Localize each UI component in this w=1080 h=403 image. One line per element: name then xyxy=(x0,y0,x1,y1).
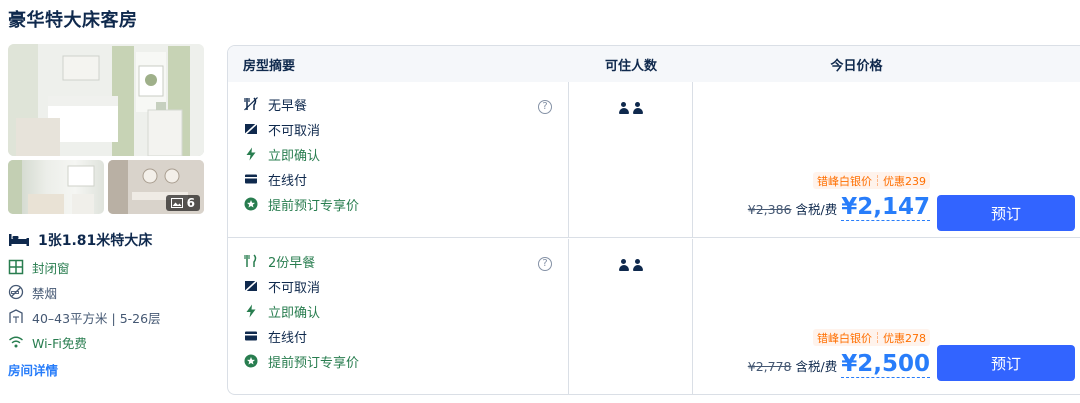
person-icon xyxy=(632,102,643,114)
help-icon[interactable]: ? xyxy=(538,100,552,114)
feature-wifi: Wi-Fi免费 xyxy=(8,334,204,351)
feature-label: Wi-Fi免费 xyxy=(32,335,87,351)
rate-row: 无早餐 不可取消 立即确认 在线付 提前预订专享价 ? 错峰白银价 优惠239 … xyxy=(228,82,1080,238)
card-icon xyxy=(245,331,257,341)
tax-label: 含税/费 xyxy=(795,202,838,217)
room-title: 豪华特大床客房 xyxy=(8,10,138,31)
original-price: ¥2,386 xyxy=(747,202,792,217)
no-meal-icon xyxy=(244,97,258,111)
header-summary: 房型摘要 xyxy=(243,58,296,74)
meal-label: 无早餐 xyxy=(268,98,308,114)
perk-label: 提前预订专享价 xyxy=(268,198,360,214)
promo-name: 错峰白银价 xyxy=(817,174,872,188)
no-cancel-icon xyxy=(244,279,258,293)
room-thumbnail-1[interactable] xyxy=(8,160,104,214)
area-icon xyxy=(9,309,23,323)
final-price[interactable]: ¥2,147 xyxy=(841,194,930,221)
promo-discount: 优惠278 xyxy=(883,331,926,345)
confirm-policy: 立即确认 xyxy=(244,303,568,321)
bed-info: 1张1.81米特大床 xyxy=(8,230,204,250)
help-icon[interactable]: ? xyxy=(538,257,552,271)
occupancy-cell xyxy=(569,82,693,237)
rate-row: 2份早餐 不可取消 立即确认 在线付 提前预订专享价 ? 错峰白银价 优惠278… xyxy=(228,239,1080,394)
star-badge-icon xyxy=(244,354,258,368)
promo-name: 错峰白银价 xyxy=(817,331,872,345)
feature-label: 禁烟 xyxy=(32,285,58,301)
payment-policy: 在线付 xyxy=(244,171,568,189)
occupancy-icons xyxy=(618,102,643,114)
payment-policy: 在线付 xyxy=(244,328,568,346)
lightning-icon xyxy=(246,147,256,161)
feature-area: 40–43平方米 | 5-26层 xyxy=(8,309,204,326)
photo-count-label: 6 xyxy=(186,196,195,210)
cancel-policy: 不可取消 xyxy=(244,121,568,139)
occupancy-icons xyxy=(618,259,643,271)
feature-window: 封闭窗 xyxy=(8,259,204,276)
no-smoking-icon xyxy=(8,284,24,300)
room-details-link[interactable]: 房间详情 xyxy=(8,360,204,379)
card-icon xyxy=(245,174,257,184)
meal-policy: 无早餐 xyxy=(244,96,568,114)
rate-summary: 无早餐 不可取消 立即确认 在线付 提前预订专享价 ? xyxy=(228,82,569,237)
final-price[interactable]: ¥2,500 xyxy=(841,351,930,378)
tax-label: 含税/费 xyxy=(795,359,838,374)
header-occupancy: 可住人数 xyxy=(604,58,657,74)
feature-label: 40–43平方米 | 5-26层 xyxy=(32,310,161,326)
meal-policy: 2份早餐 xyxy=(244,253,568,271)
room-thumbnail-2[interactable]: 6 xyxy=(108,160,204,214)
room-info-panel: 6 1张1.81米特大床 封闭窗 禁烟 40–43平方米 | 5-26层 Wi-… xyxy=(8,44,204,379)
thumbnail-illustration xyxy=(8,160,95,214)
wifi-icon xyxy=(9,336,23,348)
perk-policy: 提前预订专享价 xyxy=(244,353,568,371)
rate-table-header: 房型摘要 可住人数 今日价格 xyxy=(228,46,1080,82)
payment-label: 在线付 xyxy=(268,330,308,346)
perk-policy: 提前预订专享价 xyxy=(244,196,568,214)
promo-tag: 错峰白银价 优惠239 xyxy=(813,172,930,189)
payment-label: 在线付 xyxy=(268,173,308,189)
book-button[interactable]: 预订 xyxy=(937,345,1075,381)
no-cancel-icon xyxy=(244,122,258,136)
original-price: ¥2,778 xyxy=(747,359,792,374)
rate-summary: 2份早餐 不可取消 立即确认 在线付 提前预订专享价 ? xyxy=(228,239,569,394)
cancel-label: 不可取消 xyxy=(268,123,321,139)
bed-label: 1张1.81米特大床 xyxy=(38,233,153,249)
feature-label: 封闭窗 xyxy=(32,260,70,276)
feature-no-smoking: 禁烟 xyxy=(8,284,204,301)
person-icon xyxy=(618,259,629,271)
rate-table: 房型摘要 可住人数 今日价格 无早餐 不可取消 立即确认 在线付 提前预订专享价… xyxy=(227,45,1080,395)
image-icon xyxy=(170,198,183,208)
room-photo-illustration xyxy=(8,44,204,156)
meal-label: 2份早餐 xyxy=(268,255,316,271)
room-main-photo[interactable] xyxy=(8,44,204,156)
header-price: 今日价格 xyxy=(830,58,883,74)
confirm-policy: 立即确认 xyxy=(244,146,568,164)
occupancy-cell xyxy=(569,239,693,394)
cancel-label: 不可取消 xyxy=(268,280,321,296)
price-cell: 错峰白银价 优惠239 ¥2,386 含税/费 ¥2,147 预订 xyxy=(693,82,1080,237)
person-icon xyxy=(618,102,629,114)
book-button[interactable]: 预订 xyxy=(937,195,1075,231)
bed-icon xyxy=(9,234,29,246)
perk-label: 提前预订专享价 xyxy=(268,355,360,371)
confirm-label: 立即确认 xyxy=(268,305,321,321)
promo-discount: 优惠239 xyxy=(883,174,926,188)
cancel-policy: 不可取消 xyxy=(244,278,568,296)
price-line: ¥2,778 含税/费 ¥2,500 xyxy=(748,351,930,378)
window-icon xyxy=(8,259,24,275)
price-line: ¥2,386 含税/费 ¥2,147 xyxy=(748,194,930,221)
lightning-icon xyxy=(246,304,256,318)
price-cell: 错峰白银价 优惠278 ¥2,778 含税/费 ¥2,500 预订 xyxy=(693,239,1080,394)
person-icon xyxy=(632,259,643,271)
photo-count-badge[interactable]: 6 xyxy=(165,195,200,211)
meal-icon xyxy=(244,254,257,267)
promo-tag: 错峰白银价 优惠278 xyxy=(813,329,930,346)
confirm-label: 立即确认 xyxy=(268,148,321,164)
star-badge-icon xyxy=(244,197,258,211)
